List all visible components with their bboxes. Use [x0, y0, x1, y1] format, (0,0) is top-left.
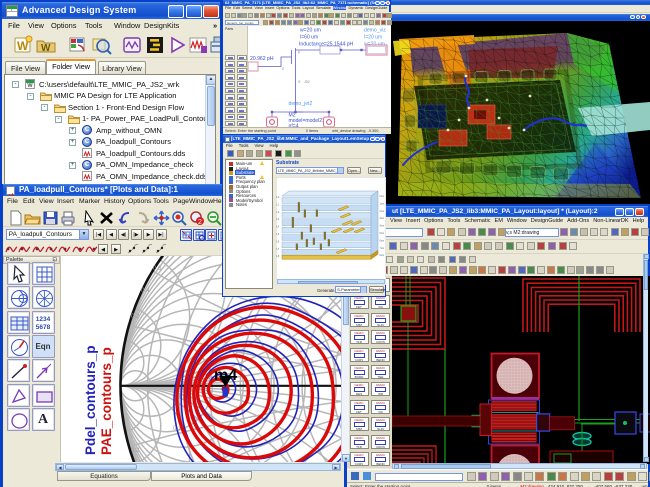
svg-text:l=60 um: l=60 um [300, 34, 318, 40]
svg-text:Pdel_contours_p: Pdel_contours_p [83, 345, 98, 455]
svg-text:0.1: 0.1 [173, 426, 182, 432]
svg-text:w=20 um: w=20 um [300, 27, 321, 33]
svg-text:0um: 0um [380, 195, 385, 198]
svg-text:6um: 6um [380, 239, 385, 242]
svg-text:PAE_contours_p: PAE_contours_p [99, 347, 114, 455]
svg-text:p: p [298, 50, 300, 54]
svg-text:0.2: 0.2 [131, 448, 140, 454]
svg-text:l=20 um: l=20 um [364, 34, 382, 40]
svg-text:3um: 3um [380, 217, 385, 220]
svg-text:8um: 8um [380, 254, 385, 257]
svg-text:7um: 7um [380, 247, 385, 250]
svg-text:2: 2 [198, 219, 202, 226]
svg-text:0.4: 0.4 [141, 288, 150, 294]
svg-text:demo_jet2: demo_jet2 [289, 101, 313, 107]
svg-text:4um: 4um [380, 225, 385, 228]
svg-text:demo_viz: demo_viz [364, 27, 386, 33]
svg-text:5um: 5um [380, 232, 385, 235]
svg-text:W: W [41, 43, 51, 54]
svg-text:0: 0 [282, 67, 284, 71]
svg-text:20.962 pH: 20.962 pH [250, 56, 274, 62]
svg-text:2um: 2um [380, 210, 385, 213]
svg-text:0.2: 0.2 [131, 314, 140, 320]
svg-text:1um: 1um [380, 202, 385, 205]
svg-text:0.6: 0.6 [153, 266, 162, 272]
svg-text:J52: J52 [304, 80, 310, 84]
